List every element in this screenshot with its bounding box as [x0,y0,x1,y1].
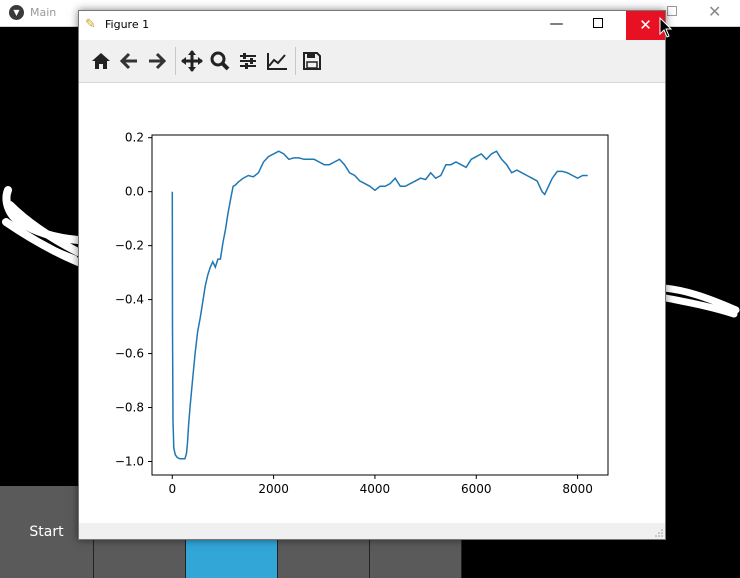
pan-icon[interactable] [180,49,204,73]
y-axis: 0.2 0.0 −0.2 −0.4 −0.6 −0.8 −1.0 [115,131,152,469]
resize-grip-icon[interactable] [655,529,663,537]
x-tick-label: 2000 [258,482,289,496]
figure-app-icon: ✎ [85,17,96,32]
back-icon[interactable] [117,49,141,73]
series-line [171,150,588,460]
toolbar-separator [175,47,176,75]
toolbar-separator [295,47,296,75]
save-icon[interactable] [300,49,324,73]
close-icon[interactable]: ✕ [708,2,721,21]
line-chart: 0 2000 4000 6000 8000 0.2 0.0 −0.2 −0.4 −0.6 −0.8… [115,131,609,496]
home-icon[interactable] [89,49,113,73]
app-icon: ▼ [9,5,24,20]
y-tick-label: −0.2 [115,239,144,253]
y-tick-label: −0.4 [115,293,144,307]
zoom-icon[interactable] [208,49,232,73]
x-tick-label: 4000 [360,482,391,496]
maximize-icon[interactable] [667,6,677,16]
x-tick-label: 8000 [562,482,593,496]
y-tick-label: −1.0 [115,455,144,469]
figure-title: Figure 1 [105,18,150,31]
figure-titlebar[interactable]: ✎ Figure 1 — ✕ [79,11,665,40]
x-tick-label: 0 [168,482,176,496]
drawing-stroke-right [664,284,740,318]
figure-window: ✎ Figure 1 — ✕ 0 2000 4000 6000 8000 0.2… [78,10,666,540]
y-tick-label: −0.6 [115,347,144,361]
figure-toolbar [79,40,665,83]
drawing-stroke-left [2,186,80,266]
forward-icon[interactable] [145,49,169,73]
x-axis: 0 2000 4000 6000 8000 [168,475,593,496]
edit-axis-icon[interactable] [265,49,289,73]
plot-canvas[interactable]: 0 2000 4000 6000 8000 0.2 0.0 −0.2 −0.4 −0.6 −0.8… [79,83,665,523]
minimize-button[interactable]: — [534,11,579,40]
x-tick-label: 6000 [461,482,492,496]
y-tick-label: −0.8 [115,401,144,415]
y-tick-label: 0.0 [125,185,144,199]
configure-subplots-icon[interactable] [236,49,260,73]
start-button-label: Start [29,524,64,540]
mouse-cursor-icon [659,17,673,38]
main-window-title: Main [30,6,57,19]
status-bar [79,523,665,539]
y-tick-label: 0.2 [125,131,144,145]
maximize-button[interactable] [593,18,603,28]
